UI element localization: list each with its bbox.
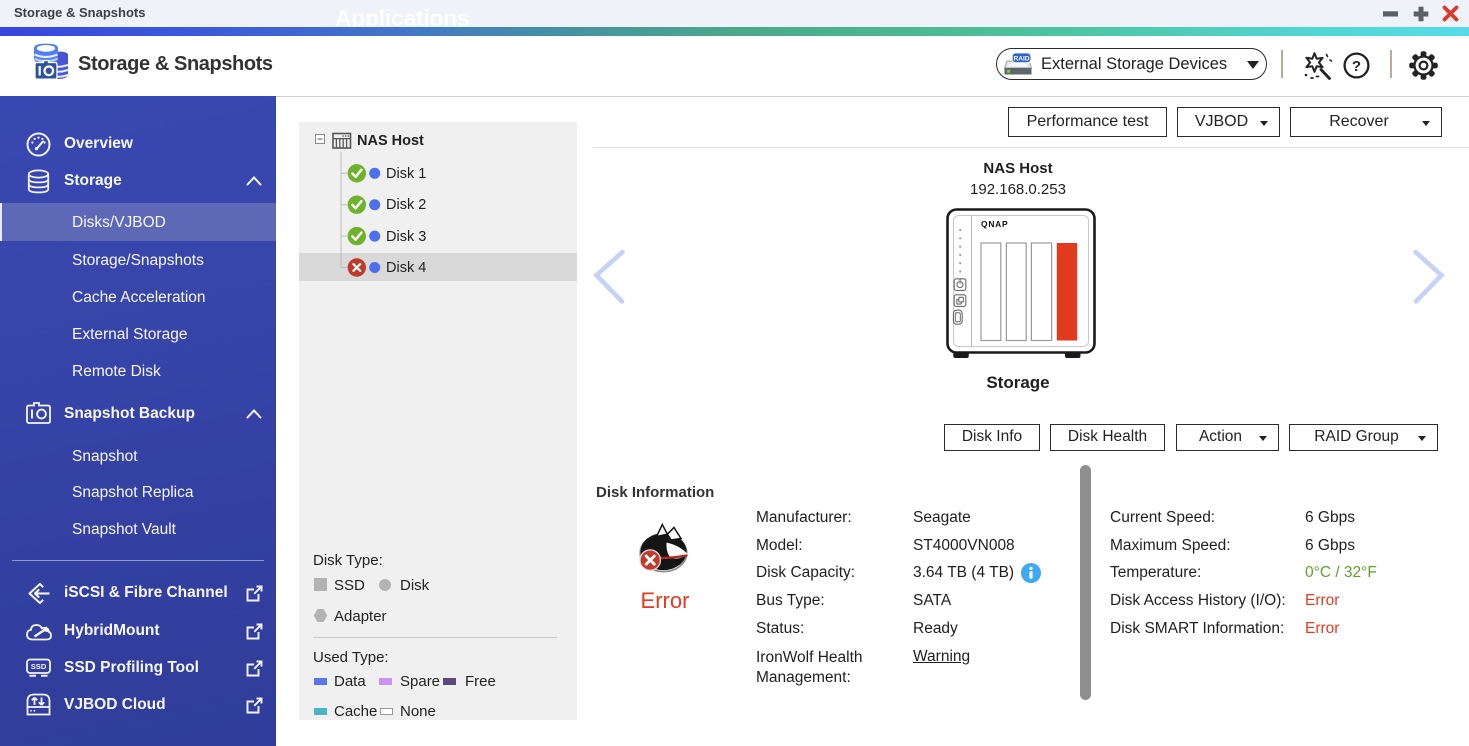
svg-text:RAID: RAID [1013, 55, 1029, 62]
svg-text:SSD: SSD [31, 662, 47, 671]
svg-text:?: ? [1352, 58, 1361, 75]
svg-text:QNAP: QNAP [981, 219, 1008, 229]
